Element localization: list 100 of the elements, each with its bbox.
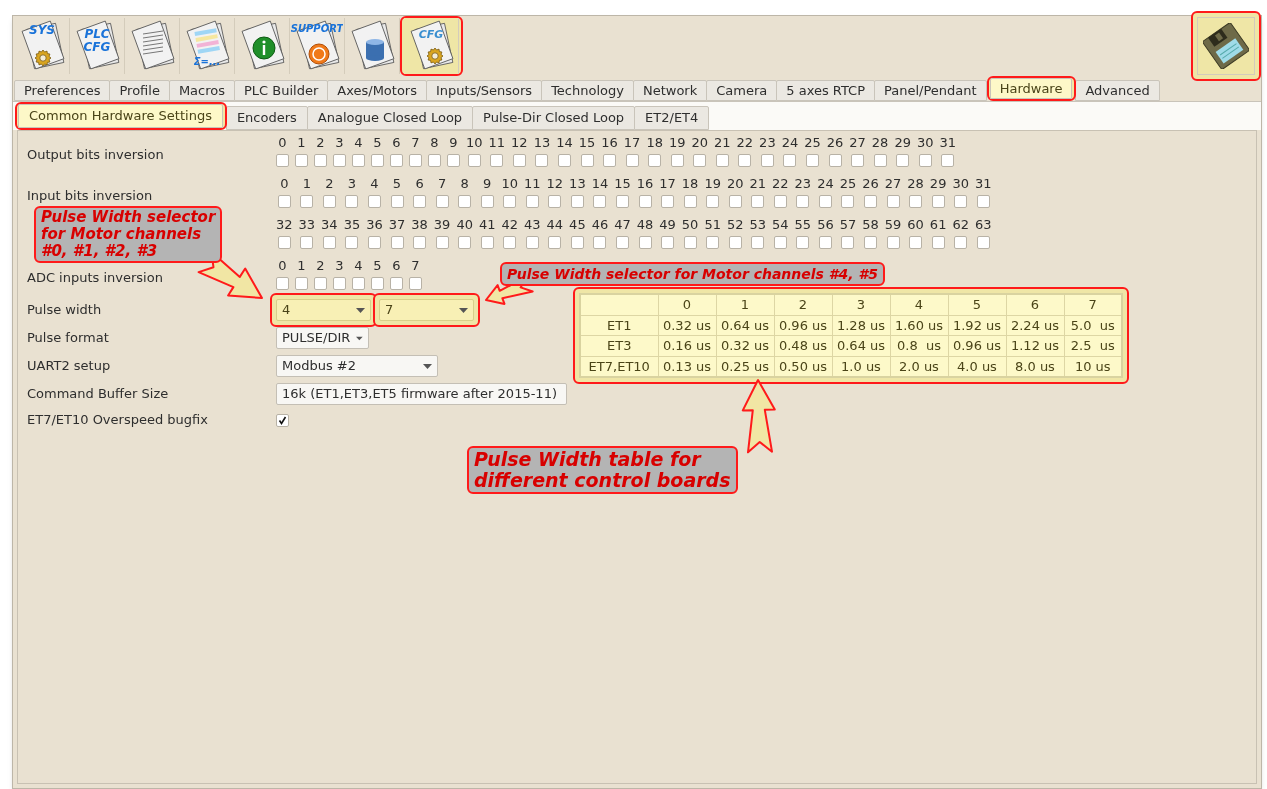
checkbox[interactable] <box>409 154 422 167</box>
checkbox[interactable] <box>886 195 900 208</box>
checkbox[interactable] <box>512 154 526 167</box>
checkbox[interactable] <box>851 154 865 167</box>
checkbox[interactable] <box>371 154 384 167</box>
checkbox[interactable] <box>525 236 539 249</box>
checkbox[interactable] <box>828 154 842 167</box>
checkbox[interactable] <box>625 154 639 167</box>
checkbox[interactable] <box>277 195 291 208</box>
checkbox[interactable] <box>390 195 404 208</box>
toolbar-button[interactable]: SUPPORT <box>290 18 345 74</box>
checkbox[interactable] <box>954 195 968 208</box>
checkbox[interactable] <box>458 236 472 249</box>
dropdown[interactable]: 16k (ET1,ET3,ET5 firmware after 2015-11) <box>276 383 567 405</box>
checkbox[interactable] <box>409 277 422 290</box>
checkbox[interactable] <box>345 236 359 249</box>
checkbox[interactable] <box>390 154 403 167</box>
checkbox[interactable] <box>751 195 765 208</box>
toolbar-button[interactable]: Σ=... <box>180 18 235 74</box>
checkbox[interactable] <box>783 154 797 167</box>
tab[interactable]: Technology <box>541 80 634 101</box>
checkbox[interactable] <box>931 236 945 249</box>
checkbox[interactable] <box>548 236 562 249</box>
checkbox[interactable] <box>909 236 923 249</box>
tab[interactable]: Camera <box>706 80 778 101</box>
checkbox[interactable] <box>706 195 720 208</box>
checkbox[interactable] <box>447 154 460 167</box>
checkbox[interactable] <box>931 195 945 208</box>
checkbox[interactable] <box>295 277 308 290</box>
checkbox[interactable] <box>728 195 742 208</box>
checkbox[interactable] <box>715 154 729 167</box>
tab[interactable]: Preferences <box>14 80 111 101</box>
checkbox[interactable] <box>333 277 346 290</box>
checkbox[interactable] <box>706 236 720 249</box>
checkbox[interactable] <box>818 195 832 208</box>
tab[interactable]: Network <box>632 80 708 101</box>
checkbox[interactable] <box>570 195 584 208</box>
tab[interactable]: ET2/ET4 <box>634 106 710 130</box>
checkbox[interactable] <box>322 236 336 249</box>
checkbox[interactable] <box>638 236 652 249</box>
tab[interactable]: Macros <box>168 80 235 101</box>
tab[interactable]: Encoders <box>225 106 308 130</box>
checkbox[interactable] <box>367 236 381 249</box>
checkbox[interactable] <box>314 277 327 290</box>
checkbox[interactable] <box>728 236 742 249</box>
checkbox[interactable] <box>480 236 494 249</box>
toolbar-button[interactable]: SYS <box>15 18 70 74</box>
checkbox[interactable] <box>480 195 494 208</box>
checkbox[interactable] <box>886 236 900 249</box>
checkbox[interactable] <box>864 195 877 208</box>
tab[interactable]: Hardware <box>989 78 1073 99</box>
checkbox[interactable] <box>751 236 765 249</box>
checkbox[interactable] <box>435 236 449 249</box>
tab[interactable]: PLC Builder <box>234 80 329 101</box>
checkbox[interactable] <box>941 154 955 167</box>
checkbox[interactable] <box>467 154 481 167</box>
checkbox[interactable] <box>548 195 562 208</box>
checkbox[interactable] <box>580 154 594 167</box>
checkbox[interactable] <box>276 413 289 427</box>
checkbox[interactable] <box>954 236 968 249</box>
checkbox[interactable] <box>693 154 707 167</box>
checkbox[interactable] <box>918 154 932 167</box>
checkbox[interactable] <box>503 236 517 249</box>
checkbox[interactable] <box>428 154 441 167</box>
checkbox[interactable] <box>503 195 517 208</box>
checkbox[interactable] <box>593 195 607 208</box>
checkbox[interactable] <box>976 236 990 249</box>
checkbox[interactable] <box>345 195 359 208</box>
dropdown[interactable]: 4 <box>276 299 371 321</box>
checkbox[interactable] <box>738 154 752 167</box>
checkbox[interactable] <box>864 236 877 249</box>
checkbox[interactable] <box>796 236 810 249</box>
checkbox[interactable] <box>593 236 607 249</box>
checkbox[interactable] <box>314 154 327 167</box>
checkbox[interactable] <box>295 154 308 167</box>
tab[interactable]: Profile <box>109 80 170 101</box>
checkbox[interactable] <box>873 154 887 167</box>
checkbox[interactable] <box>276 154 289 167</box>
checkbox[interactable] <box>773 195 787 208</box>
checkbox[interactable] <box>603 154 617 167</box>
checkbox[interactable] <box>371 277 384 290</box>
tab[interactable]: Inputs/Sensors <box>426 80 543 101</box>
checkbox[interactable] <box>300 195 314 208</box>
dropdown[interactable]: PULSE/DIR <box>276 327 369 349</box>
checkbox[interactable] <box>458 195 472 208</box>
checkbox[interactable] <box>276 277 289 290</box>
dropdown[interactable]: Modbus #2 <box>276 355 438 377</box>
tab[interactable]: Analogue Closed Loop <box>306 106 474 130</box>
checkbox[interactable] <box>805 154 819 167</box>
checkbox[interactable] <box>648 154 662 167</box>
tab[interactable]: 5 axes RTCP <box>776 80 876 101</box>
checkbox[interactable] <box>683 195 697 208</box>
checkbox[interactable] <box>535 154 549 167</box>
tab[interactable]: Axes/Motors <box>327 80 427 101</box>
checkbox[interactable] <box>909 195 923 208</box>
checkbox[interactable] <box>390 277 403 290</box>
checkbox[interactable] <box>760 154 774 167</box>
checkbox[interactable] <box>661 195 675 208</box>
toolbar-button[interactable]: PLC CFG <box>70 18 125 74</box>
checkbox[interactable] <box>367 195 381 208</box>
